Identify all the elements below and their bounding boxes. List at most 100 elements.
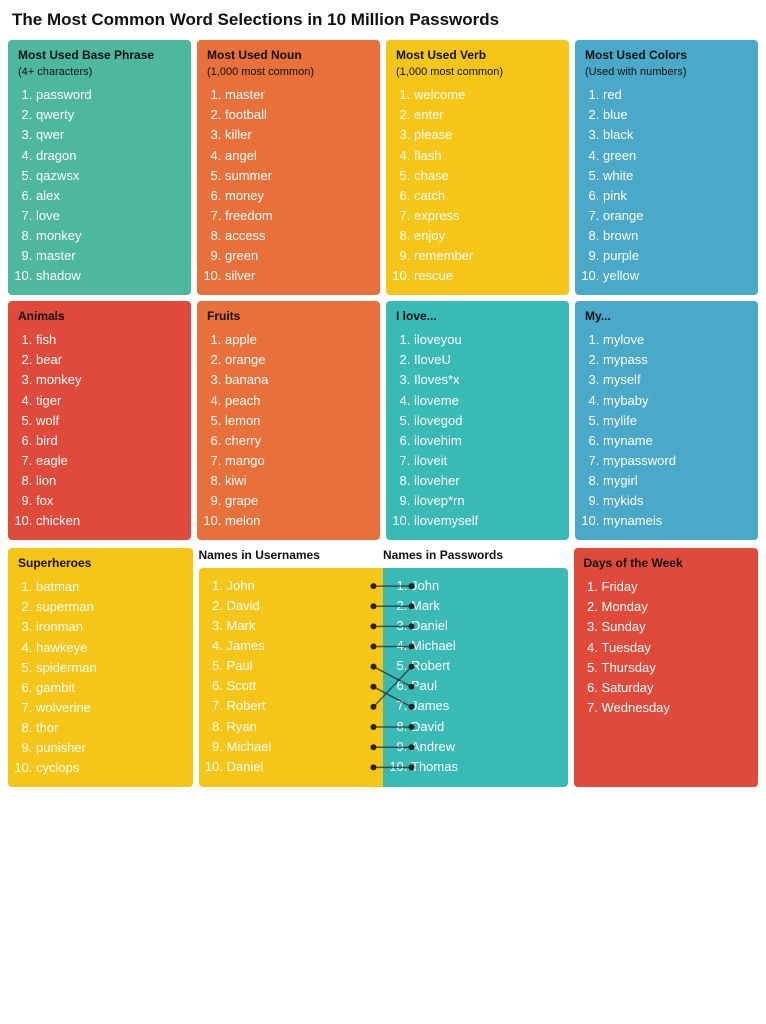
list-item: Scott bbox=[227, 676, 374, 696]
list-item: James bbox=[227, 636, 374, 656]
list-item: fish bbox=[36, 330, 181, 350]
page-title: The Most Common Word Selections in 10 Mi… bbox=[0, 0, 766, 36]
list-item: mynameis bbox=[603, 511, 748, 531]
names-passwords-list: JohnMarkDanielMichaelRobertPaulJamesDavi… bbox=[383, 568, 568, 787]
list-item: wolverine bbox=[36, 698, 183, 718]
list-item: iloveit bbox=[414, 451, 559, 471]
list-item: Monday bbox=[602, 597, 749, 617]
list-item: mylove bbox=[603, 330, 748, 350]
list-item: John bbox=[411, 576, 558, 596]
list-item: Mark bbox=[227, 616, 374, 636]
list-item: Sunday bbox=[602, 617, 749, 637]
list-item: lemon bbox=[225, 411, 370, 431]
list-item: gambit bbox=[36, 678, 183, 698]
card-title-verb: Most Used Verb (1,000 most common) bbox=[396, 48, 559, 79]
card-verb: Most Used Verb (1,000 most common) welco… bbox=[386, 40, 569, 295]
list-item: cyclops bbox=[36, 758, 183, 778]
list-item: remember bbox=[414, 246, 559, 266]
list-item: killer bbox=[225, 125, 370, 145]
list-item: Paul bbox=[227, 656, 374, 676]
card-title-superheroes: Superheroes bbox=[18, 556, 183, 572]
list-item: mypass bbox=[603, 350, 748, 370]
list-item: mango bbox=[225, 451, 370, 471]
list-item: myself bbox=[603, 370, 748, 390]
list-item: Michael bbox=[227, 737, 374, 757]
list-item: Thomas bbox=[411, 757, 558, 777]
list-item: flash bbox=[414, 146, 559, 166]
list-item: summer bbox=[225, 166, 370, 186]
list-item: white bbox=[603, 166, 748, 186]
list-item: kiwi bbox=[225, 471, 370, 491]
list-item: green bbox=[225, 246, 370, 266]
list-item: iloveme bbox=[414, 391, 559, 411]
list-item: silver bbox=[225, 266, 370, 286]
list-item: ironman bbox=[36, 617, 183, 637]
list-item: apple bbox=[225, 330, 370, 350]
list-item: green bbox=[603, 146, 748, 166]
list-item: mypassword bbox=[603, 451, 748, 471]
list-item: money bbox=[225, 186, 370, 206]
card-noun: Most Used Noun (1,000 most common) maste… bbox=[197, 40, 380, 295]
list-item: fox bbox=[36, 491, 181, 511]
list-item: please bbox=[414, 125, 559, 145]
list-item: thor bbox=[36, 718, 183, 738]
list-item: dragon bbox=[36, 146, 181, 166]
list-item: catch bbox=[414, 186, 559, 206]
list-item: hawkeye bbox=[36, 638, 183, 658]
list-item: Mark bbox=[411, 596, 558, 616]
card-title-base-phrase: Most Used Base Phrase (4+ characters) bbox=[18, 48, 181, 79]
list-item: iloveher bbox=[414, 471, 559, 491]
list-item: enter bbox=[414, 105, 559, 125]
names-usernames-title: Names in Usernames bbox=[199, 548, 384, 562]
list-item: Iloves*x bbox=[414, 370, 559, 390]
list-item: master bbox=[36, 246, 181, 266]
list-item: password bbox=[36, 85, 181, 105]
list-item: cherry bbox=[225, 431, 370, 451]
list-item: black bbox=[603, 125, 748, 145]
card-title-noun: Most Used Noun (1,000 most common) bbox=[207, 48, 370, 79]
list-item: pink bbox=[603, 186, 748, 206]
list-item: monkey bbox=[36, 370, 181, 390]
list-item: James bbox=[411, 696, 558, 716]
card-title-days: Days of the Week bbox=[584, 556, 749, 572]
list-item: Saturday bbox=[602, 678, 749, 698]
list-item: orange bbox=[603, 206, 748, 226]
list-item: ilovep*rn bbox=[414, 491, 559, 511]
list-item: melon bbox=[225, 511, 370, 531]
names-section: Names in Usernames Names in Passwords Jo… bbox=[199, 548, 568, 787]
card-base-phrase: Most Used Base Phrase (4+ characters) pa… bbox=[8, 40, 191, 295]
list-item: Michael bbox=[411, 636, 558, 656]
list-item: red bbox=[603, 85, 748, 105]
list-item: superman bbox=[36, 597, 183, 617]
list-item: Daniel bbox=[227, 757, 374, 777]
list-item: John bbox=[227, 576, 374, 596]
list-item: bird bbox=[36, 431, 181, 451]
list-item: David bbox=[411, 717, 558, 737]
list-item: mygirl bbox=[603, 471, 748, 491]
list-item: enjoy bbox=[414, 226, 559, 246]
card-my: My... mylovemypassmyselfmybabymylifemyna… bbox=[575, 301, 758, 540]
list-item: monkey bbox=[36, 226, 181, 246]
card-fruits: Fruits appleorangebananapeachlemoncherry… bbox=[197, 301, 380, 540]
list-item: shadow bbox=[36, 266, 181, 286]
list-item: qwer bbox=[36, 125, 181, 145]
card-ilove: I love... iloveyouIloveUIloves*xilovemei… bbox=[386, 301, 569, 540]
list-item: brown bbox=[603, 226, 748, 246]
list-item: punisher bbox=[36, 738, 183, 758]
list-item: mybaby bbox=[603, 391, 748, 411]
list-item: love bbox=[36, 206, 181, 226]
list-item: banana bbox=[225, 370, 370, 390]
card-title-my: My... bbox=[585, 309, 748, 325]
list-item: orange bbox=[225, 350, 370, 370]
card-title-animals: Animals bbox=[18, 309, 181, 325]
list-item: chicken bbox=[36, 511, 181, 531]
list-item: batman bbox=[36, 577, 183, 597]
list-item: Paul bbox=[411, 676, 558, 696]
list-item: grape bbox=[225, 491, 370, 511]
list-item: rescue bbox=[414, 266, 559, 286]
list-item: chase bbox=[414, 166, 559, 186]
list-item: Tuesday bbox=[602, 638, 749, 658]
list-item: Daniel bbox=[411, 616, 558, 636]
list-item: qwerty bbox=[36, 105, 181, 125]
names-usernames-list: JohnDavidMarkJamesPaulScottRobertRyanMic… bbox=[199, 568, 384, 787]
